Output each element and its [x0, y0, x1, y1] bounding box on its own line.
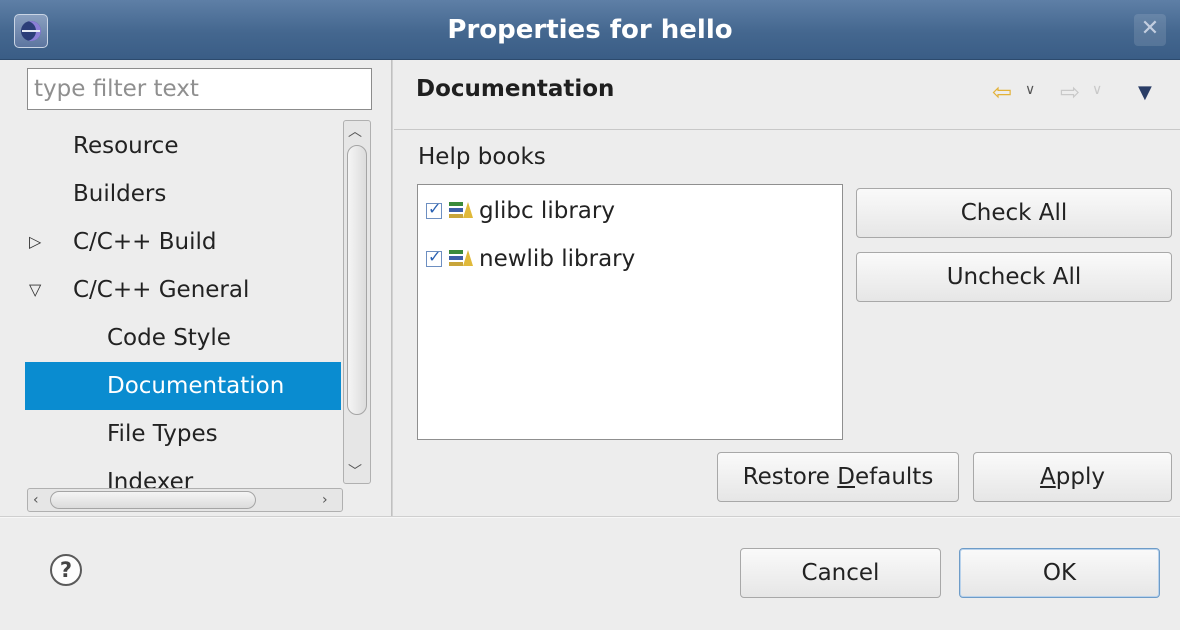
- tree-item-label: Indexer: [107, 469, 194, 488]
- books-icon: [449, 250, 473, 266]
- expanded-twisty-icon[interactable]: ▽: [29, 266, 49, 314]
- help-book-label: newlib library: [479, 246, 636, 272]
- help-books-label: Help books: [418, 144, 546, 170]
- close-icon[interactable]: ✕: [1134, 14, 1166, 46]
- tree-item[interactable]: Documentation: [25, 362, 341, 410]
- tree-item[interactable]: Resource: [25, 122, 341, 170]
- help-book-label: glibc library: [479, 198, 615, 224]
- help-book-checkbox[interactable]: [426, 246, 442, 268]
- back-dropdown-icon[interactable]: ∨: [1025, 82, 1035, 98]
- scroll-down-icon[interactable]: ﹀: [348, 461, 362, 481]
- apply-label: Apply: [1040, 464, 1105, 490]
- page-header: Documentation ⇦ ∨ ⇨ ∨ ▼: [394, 60, 1180, 130]
- help-book-item[interactable]: newlib library: [426, 239, 635, 279]
- tree-item[interactable]: ▽ C/C++ General: [25, 266, 341, 314]
- check-all-button[interactable]: Check All: [856, 188, 1172, 238]
- tree-item-label: C/C++ Build: [73, 229, 217, 255]
- vertical-scroll-thumb[interactable]: [347, 145, 367, 415]
- view-menu-icon[interactable]: ▼: [1138, 82, 1152, 103]
- tree-item-label: Documentation: [107, 373, 285, 399]
- tree-item[interactable]: Builders: [25, 170, 341, 218]
- tree-item[interactable]: File Types: [25, 410, 341, 458]
- cancel-button[interactable]: Cancel: [740, 548, 941, 598]
- tree-item[interactable]: ▷ C/C++ Build: [25, 218, 341, 266]
- scroll-up-icon[interactable]: ︿: [348, 121, 362, 141]
- restore-defaults-label: Restore Defaults: [742, 464, 934, 490]
- back-arrow-icon[interactable]: ⇦: [992, 78, 1012, 106]
- window-title: Properties for hello: [447, 15, 733, 45]
- help-books-list: glibc library newlib library: [417, 184, 843, 440]
- panel-divider[interactable]: [391, 60, 393, 516]
- forward-arrow-icon[interactable]: ⇨: [1060, 78, 1080, 106]
- filter-input[interactable]: type filter text: [27, 68, 372, 110]
- scroll-right-icon[interactable]: ›: [322, 489, 328, 511]
- tree-item-label: Code Style: [107, 325, 231, 351]
- title-bar: Properties for hello ✕: [0, 0, 1180, 60]
- tree-item-label: C/C++ General: [73, 277, 250, 303]
- help-icon[interactable]: ?: [50, 554, 82, 586]
- tree-horizontal-scrollbar[interactable]: ‹ ›: [27, 488, 343, 512]
- horizontal-scroll-thumb[interactable]: [50, 491, 256, 509]
- scroll-left-icon[interactable]: ‹: [33, 489, 39, 511]
- help-book-checkbox[interactable]: [426, 198, 442, 220]
- collapsed-twisty-icon[interactable]: ▷: [29, 218, 49, 266]
- tree-item-label: Builders: [73, 181, 167, 207]
- tree-item[interactable]: Indexer: [25, 458, 341, 488]
- page-title: Documentation: [416, 76, 615, 102]
- books-icon: [449, 202, 473, 218]
- tree-item-label: File Types: [107, 421, 218, 447]
- tree-item-label: Resource: [73, 133, 179, 159]
- tree-vertical-scrollbar[interactable]: ︿ ﹀: [343, 120, 371, 484]
- apply-button[interactable]: Apply: [973, 452, 1172, 502]
- tree-item[interactable]: Code Style: [25, 314, 341, 362]
- uncheck-all-button[interactable]: Uncheck All: [856, 252, 1172, 302]
- footer-separator: [0, 516, 1180, 518]
- forward-dropdown-icon[interactable]: ∨: [1092, 82, 1102, 98]
- restore-defaults-button[interactable]: Restore Defaults: [717, 452, 959, 502]
- ok-button[interactable]: OK: [959, 548, 1160, 598]
- help-book-item[interactable]: glibc library: [426, 191, 615, 231]
- property-page-tree: Resource Builders ▷ C/C++ Build ▽ C/C++ Gener…: [25, 118, 370, 488]
